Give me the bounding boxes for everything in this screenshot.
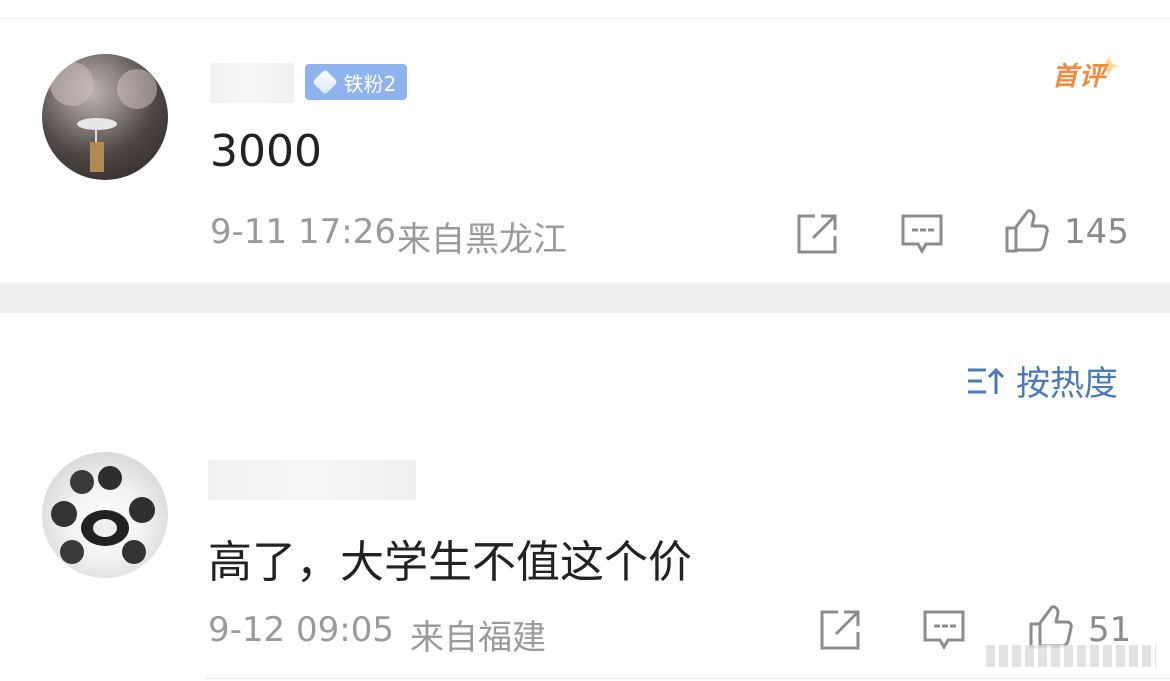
comment-text: 高了，大学生不值这个价 (208, 537, 692, 588)
like-count: 51 (1088, 610, 1132, 650)
comment-location: 来自黑龙江 (397, 220, 567, 260)
comment-time: 9-12 09:05 (208, 610, 394, 650)
watermark (986, 645, 1156, 667)
sort-by-heat-button[interactable]: 按热度 (966, 356, 1118, 405)
comment-text: 3000 (210, 126, 322, 177)
fan-badge[interactable]: 铁粉2 (305, 64, 407, 100)
comment-location: 来自福建 (410, 618, 546, 658)
like-icon[interactable] (1003, 208, 1049, 254)
username-blurred[interactable] (208, 460, 416, 500)
avatar-illustration (51, 466, 155, 564)
top-divider (0, 18, 1170, 19)
fan-badge-label: 铁粉2 (343, 71, 397, 96)
share-icon[interactable] (818, 608, 862, 652)
like-count: 145 (1064, 212, 1129, 252)
like-icon[interactable] (1027, 604, 1073, 650)
section-divider (0, 283, 1170, 313)
sort-icon (968, 367, 1005, 394)
username-blurred[interactable] (210, 63, 294, 103)
first-comment-label: 首评 (1052, 62, 1107, 92)
comment-time: 9-11 17:26 (210, 212, 396, 252)
avatar[interactable] (42, 54, 168, 180)
comment-icon[interactable] (900, 212, 944, 256)
bottom-divider (205, 678, 1170, 679)
diamond-icon (311, 69, 338, 95)
comment-icon[interactable] (922, 608, 966, 652)
first-comment-tag: ✦ 首评 (1052, 50, 1121, 93)
avatar[interactable] (42, 452, 168, 578)
avatar-photo (50, 62, 157, 172)
sort-label: 按热度 (1016, 364, 1118, 404)
share-icon[interactable] (795, 212, 839, 256)
